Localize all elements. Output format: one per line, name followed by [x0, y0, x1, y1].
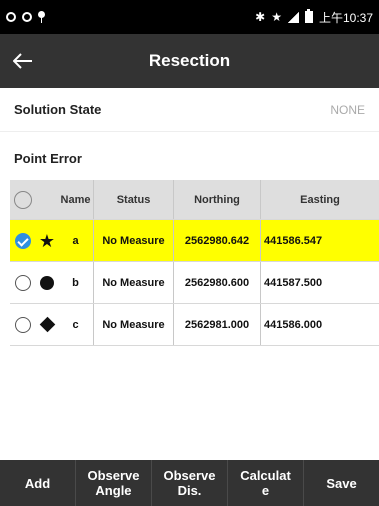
- diamond-icon: [39, 316, 55, 333]
- row-radio[interactable]: [15, 274, 31, 291]
- table-row[interactable]: c No Measure 2562981.000 441586.000: [10, 304, 379, 346]
- circle-icon: [40, 275, 54, 290]
- save-button[interactable]: Save: [304, 460, 379, 506]
- row-radio[interactable]: [15, 316, 31, 333]
- status-time: 上午10:37: [318, 10, 373, 25]
- point-error-label: Point Error: [14, 150, 82, 166]
- table-header: Name Status Northing Easting: [10, 180, 379, 220]
- bottom-toolbar: Add Observe Angle Observe Dis. Calculat …: [0, 460, 379, 506]
- table-row[interactable]: b No Measure 2562980.600 441587.500: [10, 262, 379, 304]
- observe-distance-button[interactable]: Observe Dis.: [152, 460, 228, 506]
- point-northing: 2562981.000: [174, 304, 261, 345]
- row-radio-checked[interactable]: [15, 232, 31, 249]
- select-all-radio[interactable]: [14, 190, 32, 209]
- point-name: c: [58, 304, 94, 345]
- title-bar: Resection: [0, 34, 379, 88]
- back-button[interactable]: [0, 34, 46, 88]
- page-title: Resection: [148, 51, 231, 70]
- star-icon: ★: [38, 230, 56, 251]
- point-name: a: [58, 220, 94, 261]
- solution-state-value: NONE: [330, 102, 365, 117]
- points-table: Name Status Northing Easting ★ a No Meas…: [10, 180, 379, 346]
- bluetooth-icon: ✱: [255, 10, 266, 24]
- column-header-name[interactable]: Name: [58, 180, 94, 219]
- status-bar: ✱ ★ 上午10:37: [0, 0, 379, 34]
- point-easting: 441586.547: [264, 234, 323, 247]
- solution-state-row: Solution State NONE: [0, 88, 379, 132]
- arrow-left-icon: [13, 53, 32, 69]
- point-name: b: [58, 262, 94, 303]
- point-northing: 2562980.642: [174, 220, 261, 261]
- point-easting: 441587.500: [264, 276, 323, 289]
- column-header-northing[interactable]: Northing: [174, 180, 261, 219]
- solution-state-label: Solution State: [14, 102, 102, 117]
- ring-icon: [22, 12, 32, 22]
- ring-icon: [6, 12, 16, 22]
- column-header-status[interactable]: Status: [94, 180, 174, 219]
- signal-icon: [287, 11, 299, 23]
- observe-angle-button[interactable]: Observe Angle: [76, 460, 152, 506]
- star-icon: ★: [271, 10, 282, 24]
- point-status: No Measure: [94, 262, 174, 303]
- calculate-button[interactable]: Calculat e: [228, 460, 304, 506]
- battery-icon: [304, 9, 313, 23]
- point-northing: 2562980.600: [174, 262, 261, 303]
- point-status: No Measure: [94, 304, 174, 345]
- column-header-easting[interactable]: Easting: [261, 180, 379, 219]
- pin-icon: [38, 11, 45, 23]
- table-row[interactable]: ★ a No Measure 2562980.642 441586.547: [10, 220, 379, 262]
- point-error-row[interactable]: Point Error: [0, 136, 379, 180]
- point-easting: 441586.000: [264, 318, 323, 331]
- add-button[interactable]: Add: [0, 460, 76, 506]
- point-status: No Measure: [94, 220, 174, 261]
